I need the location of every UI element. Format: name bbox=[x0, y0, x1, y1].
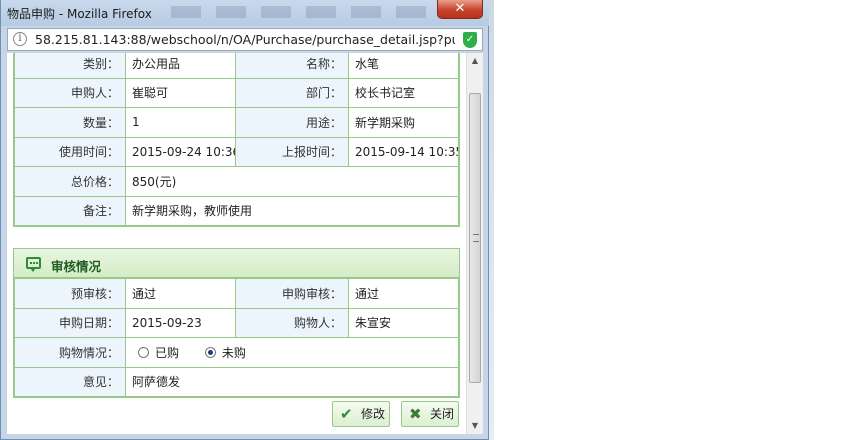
status-option-purchased[interactable]: 已购 bbox=[138, 346, 179, 360]
name-value: 水笔 bbox=[348, 53, 459, 79]
vertical-scrollbar[interactable]: ▲ ▼ bbox=[466, 53, 483, 434]
category-value: 办公用品 bbox=[125, 53, 236, 79]
modify-button[interactable]: ✔ 修改 bbox=[332, 401, 390, 427]
scroll-down-arrow-icon[interactable]: ▼ bbox=[467, 418, 483, 434]
buyer-value: 朱宣安 bbox=[348, 307, 459, 338]
x-icon: ✖ bbox=[409, 405, 422, 423]
review-panel: 审核情况 预审核： 通过 申购审核： 通过 申购日期： 2015-09-23 购… bbox=[13, 248, 460, 398]
close-button[interactable]: ✖ 关闭 bbox=[401, 401, 459, 427]
detail-table: 类别： 办公用品 名称： 水笔 申购人： 崔聪可 部门： 校长书记室 数量： 1… bbox=[14, 53, 459, 226]
radio-purchased[interactable] bbox=[138, 346, 149, 358]
modify-button-label: 修改 bbox=[361, 407, 386, 421]
table-row: 数量： 1 用途： 新学期采购 bbox=[14, 107, 459, 138]
review-section-title: 审核情况 bbox=[51, 259, 102, 274]
name-label: 名称： bbox=[235, 53, 349, 79]
total-price-label: 总价格： bbox=[14, 166, 126, 197]
detail-panel: 类别： 办公用品 名称： 水笔 申购人： 崔聪可 部门： 校长书记室 数量： 1… bbox=[13, 53, 460, 227]
review-table: 预审核： 通过 申购审核： 通过 申购日期： 2015-09-23 购物人： 朱… bbox=[14, 278, 459, 397]
pre-review-value: 通过 bbox=[125, 278, 236, 309]
department-label: 部门： bbox=[235, 77, 349, 108]
table-row: 类别： 办公用品 名称： 水笔 bbox=[14, 53, 459, 79]
pre-review-label: 预审核： bbox=[14, 278, 126, 309]
purchase-status-field: 已购 未购 bbox=[125, 337, 459, 368]
table-row: 预审核： 通过 申购审核： 通过 bbox=[14, 278, 459, 309]
use-time-value: 2015-09-24 10:36 bbox=[125, 136, 236, 167]
use-time-label: 使用时间： bbox=[14, 136, 126, 167]
table-row: 总价格： 850(元) bbox=[14, 166, 459, 197]
close-button-label: 关闭 bbox=[430, 407, 455, 421]
opinion-value: 阿萨德发 bbox=[125, 366, 459, 397]
grip-icon bbox=[473, 234, 479, 242]
purchase-review-value: 通过 bbox=[348, 278, 459, 309]
scroll-up-arrow-icon[interactable]: ▲ bbox=[467, 53, 483, 69]
table-row: 申购日期： 2015-09-23 购物人： 朱宣安 bbox=[14, 307, 459, 338]
info-icon[interactable]: i bbox=[13, 32, 27, 46]
purchase-date-label: 申购日期： bbox=[14, 307, 126, 338]
report-time-label: 上报时间： bbox=[235, 136, 349, 167]
applicant-value: 崔聪可 bbox=[125, 77, 236, 108]
remark-label: 备注： bbox=[14, 195, 126, 226]
table-row: 意见： 阿萨德发 bbox=[14, 366, 459, 397]
usage-value: 新学期采购 bbox=[348, 107, 459, 138]
status-option-label: 未购 bbox=[221, 345, 246, 360]
department-value: 校长书记室 bbox=[348, 77, 459, 108]
status-option-not-purchased[interactable]: 未购 bbox=[204, 345, 246, 360]
opinion-label: 意见： bbox=[14, 366, 126, 397]
category-label: 类别： bbox=[14, 53, 126, 79]
scrollbar-thumb[interactable] bbox=[469, 93, 481, 383]
buyer-label: 购物人： bbox=[235, 307, 349, 338]
usage-label: 用途： bbox=[235, 107, 349, 138]
purchase-status-label: 购物情况： bbox=[14, 337, 126, 368]
quantity-label: 数量： bbox=[14, 107, 126, 138]
quantity-value: 1 bbox=[125, 107, 236, 138]
review-section-header: 审核情况 bbox=[14, 249, 459, 278]
check-icon: ✔ bbox=[340, 405, 353, 423]
background-tabs-faded bbox=[171, 6, 431, 18]
window-title: 物品申购 - Mozilla Firefox bbox=[7, 7, 152, 21]
remark-value: 新学期采购，教师使用 bbox=[125, 195, 459, 226]
popup-window: 物品申购 - Mozilla Firefox ✕ i 58.215.81.143… bbox=[0, 0, 489, 440]
table-row: 使用时间： 2015-09-24 10:36 上报时间： 2015-09-14 … bbox=[14, 136, 459, 167]
table-row: 备注： 新学期采购，教师使用 bbox=[14, 195, 459, 226]
report-time-value: 2015-09-14 10:35 bbox=[348, 136, 459, 167]
table-row: 申购人： 崔聪可 部门： 校长书记室 bbox=[14, 77, 459, 108]
table-row: 购物情况： 已购 未购 bbox=[14, 337, 459, 368]
shield-icon[interactable]: ✓ bbox=[463, 32, 477, 48]
purchase-review-label: 申购审核： bbox=[235, 278, 349, 309]
applicant-label: 申购人： bbox=[14, 77, 126, 108]
radio-not-purchased[interactable] bbox=[204, 346, 216, 358]
address-bar[interactable]: i 58.215.81.143:88/webschool/n/OA/Purcha… bbox=[7, 28, 483, 51]
page-content: 类别： 办公用品 名称： 水笔 申购人： 崔聪可 部门： 校长书记室 数量： 1… bbox=[7, 53, 466, 434]
url-text[interactable]: 58.215.81.143:88/webschool/n/OA/Purchase… bbox=[35, 32, 455, 47]
window-close-button[interactable]: ✕ bbox=[437, 0, 483, 19]
total-price-value: 850(元) bbox=[125, 166, 459, 197]
comment-icon bbox=[26, 257, 41, 272]
status-option-label: 已购 bbox=[155, 345, 180, 360]
title-bar[interactable]: 物品申购 - Mozilla Firefox ✕ bbox=[1, 0, 489, 26]
purchase-date-value: 2015-09-23 bbox=[125, 307, 236, 338]
